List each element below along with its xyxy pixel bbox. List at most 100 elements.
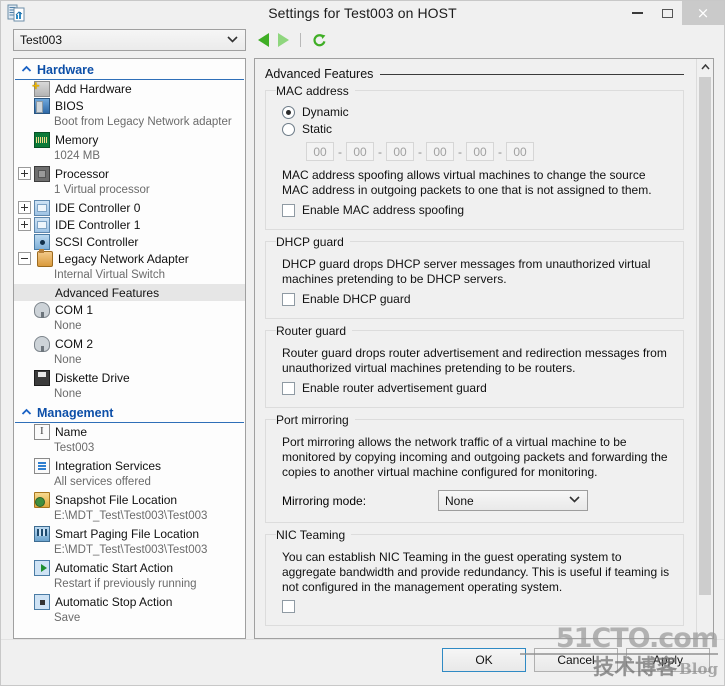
settings-document-icon (6, 3, 28, 23)
checkbox-nic-teaming[interactable] (282, 600, 295, 613)
expand-icon[interactable] (18, 201, 31, 214)
close-button[interactable]: × (682, 1, 724, 25)
tree-item-name[interactable]: Name (14, 423, 245, 440)
tree-item-automatic-start-action[interactable]: Automatic Start Action (14, 559, 245, 576)
tree-item-smart-paging-file-location[interactable]: Smart Paging File Location (14, 525, 245, 542)
nic-teaming-group: NIC Teaming You can establish NIC Teamin… (265, 528, 684, 626)
name-icon (34, 423, 50, 440)
minimize-button[interactable] (622, 1, 652, 25)
refresh-icon[interactable] (312, 33, 327, 48)
ide-controller-icon (34, 199, 50, 216)
tree-item-processor[interactable]: Processor (14, 165, 245, 182)
maximize-button[interactable] (652, 1, 682, 25)
vm-selector-dropdown[interactable]: Test003 (13, 29, 246, 51)
maximize-icon (661, 8, 673, 18)
mac-octet-field-6[interactable]: 00 (506, 142, 534, 161)
toolbar: Test003 (1, 25, 724, 55)
section-header-hardware[interactable]: Hardware (15, 62, 244, 80)
pane-title-row: Advanced Features (265, 67, 684, 81)
tree-item-label: Diskette Drive (55, 370, 130, 385)
ok-button[interactable]: OK (442, 647, 526, 672)
window-controls: × (622, 1, 724, 25)
navigation-buttons (258, 33, 327, 48)
tree-item-sublabel: Restart if previously running (54, 578, 197, 590)
tree-item-sublabel: None (54, 320, 82, 332)
mac-octet-field-5[interactable]: 00 (466, 142, 494, 161)
processor-icon (34, 165, 50, 182)
router-guard-checkbox-row[interactable]: Enable router advertisement guard (282, 381, 673, 395)
tree-item-advanced-features[interactable]: Advanced Features (14, 284, 245, 301)
tree-item-ide-controller-1[interactable]: IDE Controller 1 (14, 216, 245, 233)
mac-spoofing-description: MAC address spoofing allows virtual mach… (282, 168, 652, 197)
vertical-scrollbar[interactable] (696, 59, 713, 638)
mac-address-octet-fields[interactable]: 00-00-00-00-00-00 (306, 142, 673, 161)
scrollbar-thumb[interactable] (699, 77, 711, 595)
radio-static[interactable] (282, 122, 295, 136)
section-header-management[interactable]: Management (15, 405, 244, 423)
mac-octet-separator: - (498, 144, 502, 159)
scroll-up-arrow-icon[interactable] (697, 59, 713, 75)
mac-dynamic-radio-row[interactable]: Dynamic (282, 105, 673, 119)
nic-teaming-description: You can establish NIC Teaming in the gue… (282, 550, 670, 594)
tree-item-ide-controller-0[interactable]: IDE Controller 0 (14, 199, 245, 216)
mac-spoofing-checkbox-row[interactable]: Enable MAC address spoofing (282, 203, 673, 217)
apply-button[interactable]: Apply (626, 647, 710, 672)
title-bar: Settings for Test003 on HOST × (1, 1, 724, 25)
scrollbar-track[interactable] (697, 75, 713, 638)
checkbox-router-guard[interactable] (282, 381, 295, 395)
mirroring-mode-dropdown[interactable]: None (438, 490, 588, 511)
tree-item-integration-services[interactable]: Integration Services (14, 457, 245, 474)
network-adapter-icon (37, 248, 53, 267)
checkbox-dhcp-guard[interactable] (282, 292, 295, 306)
advanced-features-pane: Advanced Features MAC address Dynamic St… (255, 59, 696, 638)
mac-octet-field-3[interactable]: 00 (386, 142, 414, 161)
tree-item-memory[interactable]: Memory (14, 131, 245, 148)
vm-selector-value: Test003 (20, 33, 63, 47)
radio-dynamic[interactable] (282, 105, 295, 119)
forward-arrow-icon[interactable] (278, 33, 289, 47)
radio-static-label: Static (302, 122, 333, 136)
collapse-icon[interactable] (18, 252, 31, 265)
tree-item-bios[interactable]: BIOS (14, 97, 245, 114)
tree-item-sublabel: Test003 (54, 442, 95, 454)
minimize-icon (631, 12, 643, 14)
mac-octet-separator: - (338, 144, 342, 159)
tree-item-com-1[interactable]: COM 1 (14, 301, 245, 318)
settings-tree[interactable]: Hardware Add Hardware BIOS Boot from Legac… (13, 58, 246, 639)
expand-icon[interactable] (18, 167, 31, 180)
tree-item-sublabel: Boot from Legacy Network adapter (54, 116, 232, 128)
chevron-down-icon (569, 495, 580, 506)
tree-item-sublabel: 1024 MB (54, 150, 101, 162)
checkbox-mac-spoofing[interactable] (282, 203, 295, 217)
mac-static-radio-row[interactable]: Static (282, 122, 673, 136)
tree-item-label: Smart Paging File Location (55, 526, 200, 541)
expand-icon[interactable] (18, 218, 31, 231)
tree-item-com-2[interactable]: COM 2 (14, 335, 245, 352)
mirroring-mode-row: Mirroring mode: None (282, 490, 673, 511)
toolbar-separator (300, 33, 301, 47)
nic-teaming-checkbox-row[interactable] (282, 600, 673, 613)
tree-item-add-hardware[interactable]: Add Hardware (14, 78, 245, 97)
dhcp-guard-description: DHCP guard drops DHCP server messages fr… (282, 257, 651, 286)
collapse-chevron-icon (19, 64, 33, 77)
dhcp-guard-checkbox-row[interactable]: Enable DHCP guard (282, 292, 673, 306)
tree-item-diskette-drive[interactable]: Diskette Drive (14, 369, 245, 386)
dialog-footer: OK Cancel Apply (1, 639, 724, 685)
tree-item-automatic-stop-action[interactable]: Automatic Stop Action (14, 593, 245, 610)
cancel-button[interactable]: Cancel (534, 647, 618, 672)
mac-octet-field-4[interactable]: 00 (426, 142, 454, 161)
tree-item-label: Automatic Stop Action (55, 594, 173, 609)
back-arrow-icon[interactable] (258, 33, 269, 47)
group-legend: MAC address (276, 84, 355, 98)
mac-octet-separator: - (378, 144, 382, 159)
tree-item-sublabel: Internal Virtual Switch (54, 269, 166, 281)
cancel-button-label: Cancel (557, 652, 595, 667)
tree-item-legacy-network-adapter[interactable]: Legacy Network Adapter (14, 248, 245, 267)
close-icon: × (696, 3, 710, 22)
tree-item-snapshot-file-location[interactable]: Snapshot File Location (14, 491, 245, 508)
mac-octet-field-1[interactable]: 00 (306, 142, 334, 161)
checkbox-router-guard-label: Enable router advertisement guard (302, 381, 487, 395)
smart-paging-icon (34, 525, 50, 542)
tree-item-scsi-controller[interactable]: SCSI Controller (14, 233, 245, 250)
mac-octet-field-2[interactable]: 00 (346, 142, 374, 161)
